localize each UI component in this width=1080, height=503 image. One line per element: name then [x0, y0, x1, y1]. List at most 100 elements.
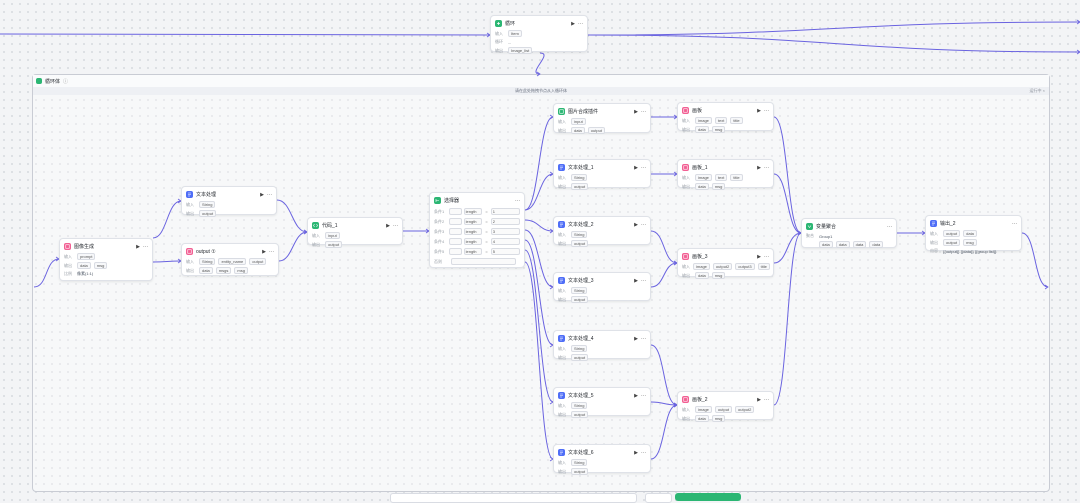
- loop-status[interactable]: 运行中 ×: [1030, 88, 1045, 94]
- more-icon[interactable]: ···: [764, 108, 769, 114]
- play-icon[interactable]: ▶: [260, 192, 264, 198]
- condition-node[interactable]: 选择器 ··· 条件1 length = 1 条件2 length = 2 条件3 lengt…: [429, 192, 525, 268]
- play-icon[interactable]: ▶: [634, 278, 638, 284]
- more-icon[interactable]: ···: [393, 223, 398, 229]
- variable-aggregate-node[interactable]: 变量聚合 ··· 聚合 Group1 data data data data: [801, 218, 897, 248]
- canvas-node[interactable]: 画板 ▶ ··· 输入 image text title 输出 data msg: [677, 102, 774, 133]
- input-tag: String: [571, 459, 588, 466]
- image-plugin-node[interactable]: 图片合成插件 ▶ ··· 输入 input 输出 data output: [553, 103, 651, 134]
- node-title: 文本处理_4: [568, 336, 594, 342]
- node-title: 文本处理_5: [568, 393, 594, 399]
- more-icon[interactable]: ···: [515, 198, 520, 204]
- text-process-node-5[interactable]: 文本处理_5 ▶ ··· 输入 String 输出 output: [553, 387, 651, 418]
- loop-subtitle: 请在此处拖拽节点从入循环体: [33, 87, 1049, 95]
- node-title: 变量聚合: [816, 224, 837, 230]
- canvas-node-2[interactable]: 画板_2 ▶ ··· 输入 image output output2 输出 data msg: [677, 391, 774, 422]
- loop-node[interactable]: 循环 ▶ ··· 输入 Item 循环... 输出 Image_list: [490, 15, 588, 54]
- text-process-node-2[interactable]: 文本处理_2 ▶ ··· 输入 String 输出 output: [553, 216, 651, 247]
- play-icon[interactable]: ▶: [262, 249, 266, 255]
- more-icon[interactable]: ···: [578, 21, 583, 27]
- input-tag: prompt: [77, 253, 96, 260]
- bottom-toolbar-item[interactable]: [645, 493, 672, 503]
- play-icon[interactable]: ▶: [757, 254, 761, 260]
- play-icon[interactable]: ▶: [634, 450, 638, 456]
- play-icon[interactable]: ▶: [634, 165, 638, 171]
- output-tag: output: [571, 183, 589, 190]
- play-icon[interactable]: ▶: [634, 393, 638, 399]
- text-process-node-4[interactable]: 文本处理_4 ▶ ··· 输入 String 输出 output: [553, 330, 651, 361]
- text-process-node-6[interactable]: 文本处理_6 ▶ ··· 输入 String 输出 output: [553, 444, 651, 475]
- output-tag: data: [571, 127, 585, 134]
- document-icon: [186, 191, 193, 198]
- play-icon[interactable]: ▶: [757, 108, 761, 114]
- condition-row[interactable]: 条件3 length = 3: [434, 228, 520, 235]
- output-node[interactable]: output ① ▶ ··· 输入 String entity_name output …: [181, 243, 279, 276]
- node-title: 代码_1: [322, 223, 338, 229]
- condition-row[interactable]: 条件4 length = 4: [434, 238, 520, 245]
- input-tag: input: [571, 118, 586, 125]
- input-tag: Item: [508, 30, 522, 37]
- canvas-node-3[interactable]: 画板_3 ▶ ··· 输入 image output2 output3 title 输出 da…: [677, 248, 774, 279]
- ratio-value: 像素(1:1): [77, 271, 94, 276]
- more-icon[interactable]: ···: [764, 165, 769, 171]
- more-icon[interactable]: ···: [641, 393, 646, 399]
- condition-row[interactable]: 条件5 length = 5: [434, 248, 520, 255]
- more-icon[interactable]: ···: [887, 224, 892, 230]
- input-tag: String: [199, 258, 216, 265]
- condition-row[interactable]: 条件1 length = 1: [434, 208, 520, 215]
- more-icon[interactable]: ···: [641, 165, 646, 171]
- play-icon[interactable]: ▶: [571, 21, 575, 27]
- node-title: 文本处理_6: [568, 450, 594, 456]
- play-icon[interactable]: ▶: [757, 165, 761, 171]
- text-process-node-3[interactable]: 文本处理_3 ▶ ··· 输入 String 输出 output: [553, 272, 651, 303]
- input-tag: input: [325, 232, 340, 239]
- more-icon[interactable]: ···: [269, 249, 274, 255]
- play-icon[interactable]: ▶: [136, 244, 140, 250]
- play-icon[interactable]: ▶: [634, 109, 638, 115]
- output-2-node[interactable]: 输出_2 ··· 输入 output data 输出 output msg 内容 {{out…: [925, 215, 1022, 254]
- variable-icon: [806, 223, 813, 230]
- run-button[interactable]: [675, 493, 741, 501]
- output-tag: msgs: [215, 267, 232, 274]
- node-title: 画板: [692, 108, 703, 114]
- output-tag: data: [77, 262, 91, 269]
- output-tag: msg: [234, 267, 248, 274]
- document-icon: [558, 449, 565, 456]
- more-icon[interactable]: ···: [764, 397, 769, 403]
- more-icon[interactable]: ···: [641, 450, 646, 456]
- loop-body-container[interactable]: 循环体 ⓘ 请在此处拖拽节点从入循环体 运行中 ×: [32, 74, 1050, 492]
- node-title: 选择器: [444, 198, 460, 204]
- more-icon[interactable]: ···: [641, 109, 646, 115]
- more-icon[interactable]: ···: [641, 278, 646, 284]
- input-tag: String: [571, 231, 588, 238]
- input-tag: String: [571, 174, 588, 181]
- text-process-node[interactable]: 文本处理 ▶ ··· 输入 String 输出 output: [181, 186, 277, 217]
- more-icon[interactable]: ···: [1012, 221, 1017, 227]
- play-icon[interactable]: ▶: [386, 223, 390, 229]
- node-title: 图片合成插件: [568, 109, 599, 115]
- more-icon[interactable]: ···: [764, 254, 769, 260]
- input-tag: String: [199, 201, 216, 208]
- image-gen-node[interactable]: 图像生成 ▶ ··· 输入 prompt 输出 data msg 比例 像素(1:1): [59, 238, 153, 281]
- output-tag: output: [587, 127, 605, 134]
- play-icon[interactable]: ▶: [757, 397, 761, 403]
- text-process-node-1[interactable]: 文本处理_1 ▶ ··· 输入 String 输出 output: [553, 159, 651, 190]
- canvas-node-1[interactable]: 画板_1 ▶ ··· 输入 image text title 输出 data msg: [677, 159, 774, 190]
- bottom-toolbar[interactable]: [390, 493, 637, 503]
- document-icon: [558, 392, 565, 399]
- output-tag: output: [199, 210, 217, 217]
- output-tag: output: [571, 240, 589, 247]
- more-icon[interactable]: ···: [641, 336, 646, 342]
- code-node[interactable]: 代码_1 ▶ ··· 输入 input 输出 output: [307, 217, 403, 248]
- document-icon: [558, 221, 565, 228]
- node-title: 图像生成: [74, 244, 95, 250]
- more-icon[interactable]: ···: [267, 192, 272, 198]
- condition-row[interactable]: 条件2 length = 2: [434, 218, 520, 225]
- image-icon: [64, 243, 71, 250]
- more-icon[interactable]: ···: [143, 244, 148, 250]
- image-icon: [682, 253, 689, 260]
- more-icon[interactable]: ···: [641, 222, 646, 228]
- play-icon[interactable]: ▶: [634, 222, 638, 228]
- play-icon[interactable]: ▶: [634, 336, 638, 342]
- code-icon: [312, 222, 319, 229]
